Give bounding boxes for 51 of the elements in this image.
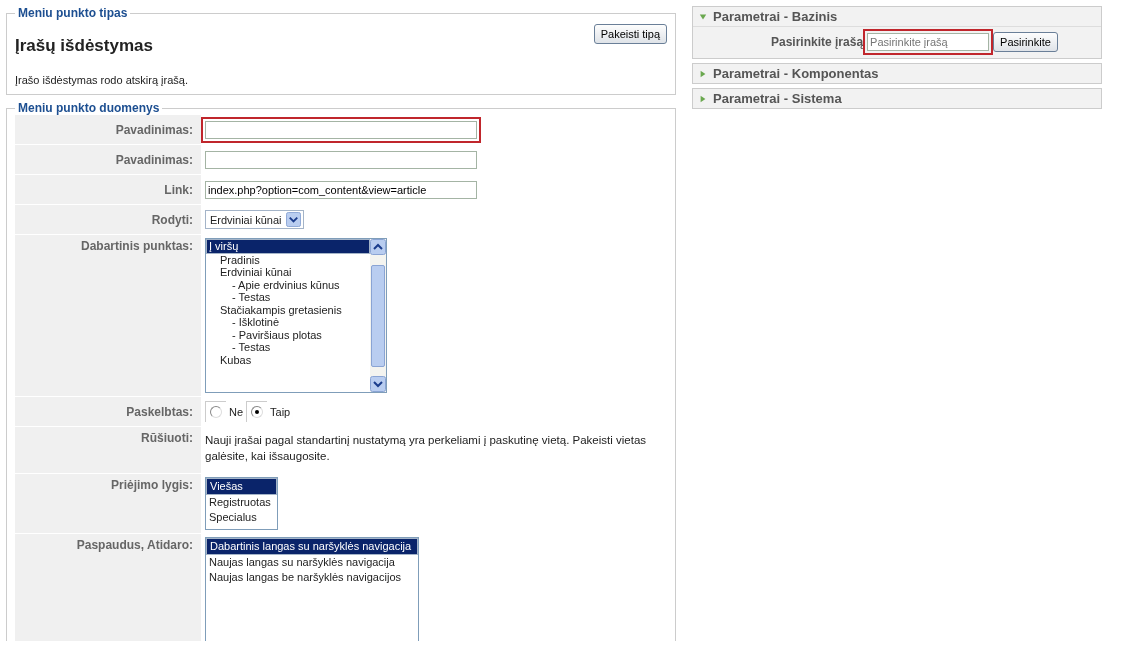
list-item[interactable]: Stačiakampis gretasienis	[206, 303, 370, 316]
chevron-down-icon	[285, 212, 301, 227]
list-item[interactable]: Į viršų	[206, 239, 370, 254]
section-legend: Meniu punkto duomenys	[15, 101, 163, 115]
list-item[interactable]: Registruotas	[206, 495, 277, 510]
text-field[interactable]: index.php?option=com_content&view=article	[205, 180, 477, 199]
list-item[interactable]: Viešas	[206, 478, 277, 495]
triangle-right-icon	[699, 94, 707, 103]
triangle-down-icon	[699, 12, 707, 21]
change-type-button[interactable]: Pakeisti tipą	[593, 24, 667, 44]
radio-label: Ne	[229, 405, 244, 418]
list-item[interactable]: - Testas	[206, 341, 370, 354]
list-item[interactable]: Naujas langas be naršyklės navigacijos	[206, 570, 419, 585]
panel-header[interactable]: Parametrai - Komponentas	[693, 64, 1101, 83]
field-label: Paspaudus, Atidaro:	[15, 534, 201, 641]
list-item[interactable]: - Išklotinė	[206, 316, 370, 329]
list-item[interactable]: Dabartinis langas su naršyklės navigacija	[206, 538, 419, 555]
list-box[interactable]: Viešas Registruotas Specialus	[205, 477, 278, 530]
article-field[interactable]: Pasirinkite įrašą	[867, 33, 990, 51]
list-item[interactable]: - Testas	[206, 291, 370, 304]
panel-header[interactable]: Parametrai - Sistema	[693, 89, 1101, 108]
sort-note: Nauji įrašai pagal standartinį nustatymą yra perkeliami į paskutinę vietą. Pakeisti vietas galėsite, kai išsaugosite.	[205, 433, 648, 464]
chevron-up-icon	[370, 239, 386, 255]
panel-header[interactable]: Parametrai - Bazinis	[693, 7, 1101, 26]
list-item[interactable]: Kubas	[206, 353, 370, 366]
list-item[interactable]: Erdviniai kūnai	[206, 266, 370, 279]
field-label: Rūšiuoti:	[15, 427, 201, 473]
triangle-right-icon	[699, 69, 707, 78]
chevron-down-icon	[370, 376, 386, 392]
field-label: Priėjimo lygis:	[15, 474, 201, 533]
list-item[interactable]: - Paviršiaus plotas	[206, 328, 370, 341]
field-label: Rodyti:	[15, 205, 201, 234]
list-item[interactable]: Naujas langas su naršyklės navigacija	[206, 555, 419, 570]
field-label: Paskelbtas:	[15, 397, 201, 426]
list-item[interactable]: Pradinis	[206, 253, 370, 266]
dropdown[interactable]: Erdviniai kūnai	[205, 210, 304, 229]
list-item[interactable]: - Apie erdvinius kūnus	[206, 278, 370, 291]
field-label: Pasirinkite įrašą	[771, 35, 864, 49]
list-box[interactable]: Dabartinis langas su naršyklės navigacija Naujas langas su naršyklės navigacija Naujas langas be naršyklės navigacijos	[205, 537, 420, 641]
scrollbar[interactable]	[370, 239, 386, 392]
section-legend: Meniu punkto tipas	[15, 6, 131, 20]
layout-title: Įrašų išdėstymas	[15, 36, 153, 56]
field-label: Pavadinimas:	[15, 145, 201, 174]
list-item[interactable]: Specialus	[206, 510, 277, 525]
radio-label: Taip	[270, 405, 291, 418]
field-label: Pavadinimas:	[15, 115, 201, 144]
text-field[interactable]	[205, 150, 477, 169]
layout-description: Įrašo išdėstymas rodo atskirą įrašą.	[15, 74, 189, 86]
field-label: Link:	[15, 175, 201, 204]
select-button[interactable]: Pasirinkite	[993, 32, 1058, 52]
field-label: Dabartinis punktas:	[15, 235, 201, 396]
